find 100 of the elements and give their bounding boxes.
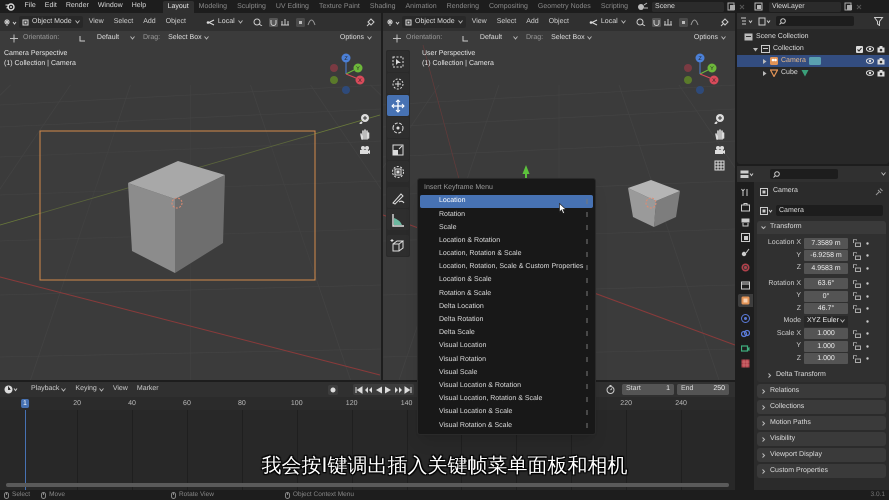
chevron-right-icon	[761, 436, 766, 442]
search-field[interactable]	[776, 16, 854, 26]
lock-icon[interactable]	[853, 354, 861, 363]
properties-tab[interactable]	[738, 201, 753, 214]
expanded-arrow-icon[interactable]	[753, 46, 758, 52]
falloff-curve-icon[interactable]	[690, 18, 699, 26]
lock-icon[interactable]	[853, 342, 861, 350]
tool-button[interactable]	[387, 209, 409, 230]
pin-icon[interactable]	[875, 188, 883, 196]
chevron-right-icon	[761, 452, 766, 458]
stopwatch-icon[interactable]	[606, 385, 615, 394]
snap-icon[interactable]	[252, 18, 263, 26]
view-object-types-icon[interactable]	[366, 18, 375, 26]
camera-render-icon[interactable]	[877, 58, 885, 64]
tool-button[interactable]	[387, 161, 409, 182]
exclude-checkbox[interactable]	[856, 46, 863, 52]
play-icon[interactable]	[384, 386, 392, 394]
filter-view-icon[interactable]	[758, 16, 772, 26]
keyframe-dot-icon[interactable]	[866, 294, 869, 298]
falloff-curve-icon[interactable]	[306, 18, 316, 26]
camera-render-icon[interactable]	[877, 70, 885, 76]
caret-icon	[458, 20, 463, 24]
tool-button[interactable]	[387, 95, 409, 116]
lock-icon[interactable]	[853, 252, 861, 260]
collapsed-arrow-icon[interactable]	[762, 70, 767, 76]
keyframe-dot-icon[interactable]	[866, 332, 869, 336]
lock-icon[interactable]	[853, 239, 861, 248]
caret-icon	[74, 20, 80, 24]
menu-item-marker-icon	[586, 252, 588, 257]
clock-editor-icon[interactable]	[4, 385, 19, 394]
camera-render-icon[interactable]	[877, 46, 885, 52]
magnet-icon[interactable]	[268, 18, 278, 26]
caret-icon	[586, 36, 592, 40]
keyframe-dot-icon[interactable]	[866, 357, 869, 360]
collapsed-arrow-icon[interactable]	[762, 58, 767, 64]
search-field[interactable]	[770, 169, 838, 179]
eye-icon[interactable]	[866, 46, 874, 52]
zoom-icon[interactable]	[714, 113, 725, 124]
copy-icon[interactable]	[844, 2, 854, 11]
next-keyframe-icon[interactable]	[392, 386, 403, 394]
hand-icon[interactable]	[359, 129, 370, 140]
lock-icon[interactable]	[853, 292, 861, 300]
tool-button[interactable]	[387, 235, 409, 256]
jump-end-icon[interactable]	[404, 386, 412, 394]
blender-logo-icon[interactable]	[5, 2, 15, 11]
proportional-edit-icon[interactable]	[296, 18, 305, 26]
eye-icon[interactable]	[866, 58, 874, 64]
play-reverse-icon[interactable]	[374, 386, 383, 394]
menu-item-marker-icon	[586, 238, 588, 244]
previous-keyframe-icon[interactable]	[364, 386, 374, 394]
snap-icon[interactable]	[636, 18, 646, 26]
jump-start-icon[interactable]	[354, 386, 363, 394]
filter-icon[interactable]	[874, 16, 884, 26]
magnet-icon[interactable]	[652, 18, 661, 26]
editor-type-icon[interactable]	[740, 170, 754, 178]
camera-view-icon[interactable]	[359, 145, 370, 155]
keyframe-dot-icon[interactable]	[866, 282, 869, 286]
editor-type-icon[interactable]	[386, 18, 400, 26]
caret-icon	[130, 36, 135, 40]
cube-drawing	[628, 180, 680, 227]
lock-icon[interactable]	[853, 330, 861, 338]
tool-button[interactable]	[387, 117, 409, 138]
tool-button[interactable]	[387, 73, 409, 94]
object-icon[interactable]	[760, 206, 773, 214]
keyframe-dot-icon[interactable]	[866, 266, 869, 270]
keyframe-dot-icon[interactable]	[866, 242, 869, 245]
object-mode-icon	[22, 18, 29, 26]
display-mode-icon[interactable]	[740, 16, 754, 26]
hand-icon[interactable]	[714, 129, 725, 140]
caret-icon	[513, 36, 518, 40]
lock-icon[interactable]	[853, 304, 861, 313]
lock-icon[interactable]	[853, 264, 861, 272]
scene-icon[interactable]	[637, 2, 650, 11]
timeline-scrollbar[interactable]	[6, 483, 729, 487]
chevron-right-icon	[761, 420, 766, 426]
tool-button[interactable]	[387, 187, 409, 208]
keyframe-dot-icon[interactable]	[866, 344, 869, 348]
proportional-edit-icon[interactable]	[678, 18, 688, 26]
camera-view-icon[interactable]	[714, 145, 725, 155]
collection-box-icon	[761, 45, 770, 53]
tool-button[interactable]	[387, 51, 409, 72]
grid-icon[interactable]	[714, 160, 725, 171]
record-button-icon[interactable]	[328, 384, 338, 394]
increment-icon[interactable]	[280, 18, 290, 26]
eye-icon[interactable]	[866, 70, 874, 76]
editor-type-icon[interactable]	[3, 18, 17, 26]
keyframe-dot-icon[interactable]	[866, 307, 869, 310]
increment-icon[interactable]	[662, 18, 673, 26]
properties-tab[interactable]	[738, 279, 753, 292]
properties-tab[interactable]	[738, 231, 753, 244]
view-object-types-icon[interactable]	[720, 18, 729, 26]
caret-icon	[367, 36, 372, 40]
tool-button[interactable]	[387, 139, 409, 160]
lock-icon[interactable]	[853, 280, 861, 288]
keyframe-dot-icon[interactable]	[866, 254, 869, 258]
camera-data-icon	[808, 57, 821, 65]
copy-icon[interactable]	[727, 2, 736, 11]
keyframe-dot-icon[interactable]	[866, 320, 869, 323]
zoom-icon[interactable]	[359, 113, 370, 124]
properties-tab[interactable]	[738, 294, 753, 307]
